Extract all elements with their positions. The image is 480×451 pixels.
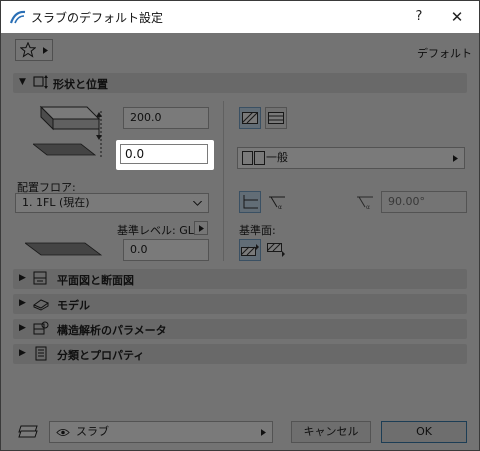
basic-fill-icon <box>242 112 258 124</box>
chevron-right-icon <box>453 155 458 162</box>
default-label: デフォルト <box>417 47 472 60</box>
offset-field[interactable]: 0.0 <box>120 144 208 164</box>
composite-fill-icon <box>268 112 284 124</box>
composite-select[interactable]: 一般 <box>237 147 465 169</box>
section-label: 平面図と断面図 <box>57 274 134 287</box>
plane-top-icon <box>241 244 259 256</box>
title-bar: スラブのデフォルト設定 ? ✕ <box>1 1 479 33</box>
ok-button[interactable]: OK <box>381 421 467 443</box>
angle-icon: α <box>355 191 377 213</box>
edge-angle-icon: α <box>269 196 285 210</box>
reference-level-field[interactable]: 0.0 <box>123 239 209 261</box>
placement-floor-value: 1. 1FL (現在) <box>22 196 90 209</box>
composite-label: 一般 <box>266 151 288 164</box>
composite-structure-button[interactable] <box>265 107 287 129</box>
svg-text:α: α <box>366 204 370 210</box>
reference-plane-top-button[interactable] <box>239 239 261 261</box>
chevron-right-icon: ▶ <box>19 348 26 358</box>
classification-icon <box>35 346 47 361</box>
favorites-button[interactable] <box>15 39 53 61</box>
shape-position-icon <box>33 75 48 89</box>
section-label: モデル <box>57 299 90 312</box>
plan-section-icon <box>33 271 47 285</box>
slab-default-settings-dialog: スラブのデフォルト設定 ? ✕ デフォルト ▼ 形状と位置 200.0 一般 配… <box>0 0 480 451</box>
section-model[interactable]: ▶ モデル <box>13 294 467 314</box>
angle-field[interactable]: 90.00° <box>381 191 467 213</box>
archicad-logo-icon <box>9 10 26 24</box>
reference-level-button[interactable] <box>194 221 208 235</box>
chevron-right-icon: ▶ <box>19 298 26 308</box>
model-icon <box>33 299 49 311</box>
thickness-field[interactable]: 200.0 <box>123 107 209 129</box>
section-label: 分類とプロパティ <box>57 349 145 362</box>
focused-offset-field-highlight: 0.0 <box>116 140 214 170</box>
structural-analysis-icon <box>33 321 49 335</box>
reference-plane-label: 基準面: <box>239 224 276 237</box>
chevron-right-icon <box>261 429 266 436</box>
section-shape-position[interactable]: ▼ 形状と位置 <box>13 73 467 93</box>
edge-trim-angle-button[interactable]: α <box>267 191 289 213</box>
layer-icon <box>18 425 38 438</box>
edge-vertical-icon <box>243 195 258 209</box>
basic-structure-button[interactable] <box>239 107 261 129</box>
section-plan-section[interactable]: ▶ 平面図と断面図 <box>13 269 467 289</box>
layer-select[interactable]: スラブ <box>49 421 273 443</box>
plane-bottom-icon <box>267 243 285 257</box>
vertical-dimension-icon <box>96 112 102 140</box>
eye-icon <box>56 429 70 436</box>
chevron-right-icon <box>199 225 204 232</box>
star-icon <box>20 42 36 58</box>
section-classification[interactable]: ▶ 分類とプロパティ <box>13 344 467 364</box>
cancel-button[interactable]: キャンセル <box>291 421 371 443</box>
chevron-right-icon <box>43 47 48 54</box>
edge-trim-vertical-button[interactable] <box>239 191 261 213</box>
layer-label: スラブ <box>76 425 109 438</box>
section-label: 形状と位置 <box>53 78 108 91</box>
vertical-divider <box>223 101 224 261</box>
chevron-right-icon: ▶ <box>19 273 26 283</box>
composite-icon <box>242 151 265 165</box>
angle-slope-icon: α <box>357 196 373 210</box>
svg-text:α: α <box>278 204 282 210</box>
reference-plane-bottom-button[interactable] <box>265 239 289 261</box>
help-button[interactable]: ? <box>409 7 429 27</box>
window-title: スラブのデフォルト設定 <box>31 11 164 25</box>
section-label: 構造解析のパラメータ <box>57 324 167 337</box>
placement-floor-select[interactable]: 1. 1FL (現在) <box>15 193 209 213</box>
reference-slab-illustration <box>25 242 103 256</box>
close-button[interactable]: ✕ <box>447 7 467 27</box>
chevron-right-icon: ▶ <box>19 323 26 333</box>
reference-level-label: 基準レベル: GL <box>117 224 194 237</box>
section-structural[interactable]: ▶ 構造解析のパラメータ <box>13 319 467 339</box>
chevron-down-icon <box>193 201 202 206</box>
chevron-down-icon: ▼ <box>19 77 26 87</box>
